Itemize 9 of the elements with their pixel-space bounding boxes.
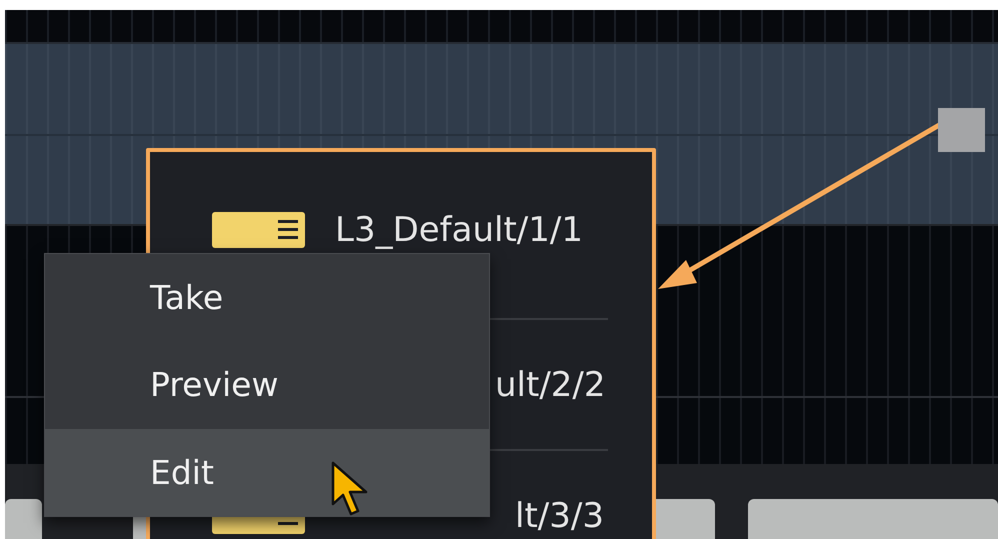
clip-label: ult/2/2 [495, 364, 606, 404]
square-marker [938, 108, 985, 152]
menu-item[interactable]: Take [45, 254, 489, 342]
clip-icon [212, 212, 305, 248]
menu-item[interactable]: Preview [45, 341, 489, 429]
clip-label: L3_Default/1/1 [335, 210, 583, 250]
cursor-icon [332, 462, 368, 516]
menu-item[interactable]: Edit [45, 428, 489, 516]
clip-label: lt/3/3 [515, 496, 604, 536]
